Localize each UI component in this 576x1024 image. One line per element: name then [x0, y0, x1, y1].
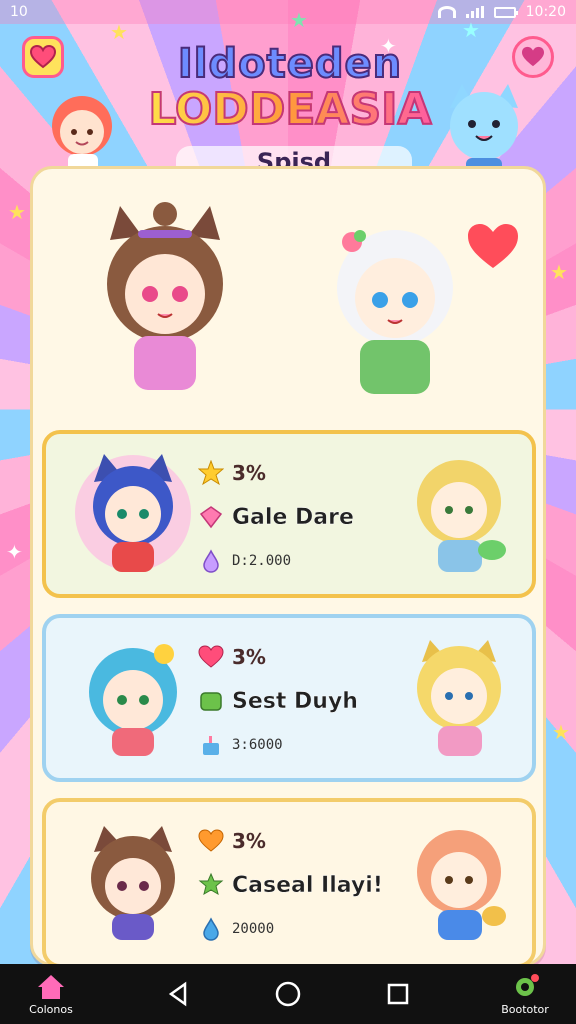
gear-icon — [516, 973, 539, 996]
character-card-3[interactable]: 3% Caseal Ilayi! 20000 — [42, 798, 536, 968]
stat-score-row: D:2.000 — [198, 548, 291, 574]
back-triangle-icon — [168, 981, 187, 1007]
home-circle-icon — [275, 981, 301, 1007]
wifi-icon — [437, 6, 456, 18]
nav-tab-label: Colonos — [29, 1002, 73, 1016]
heart-icon — [198, 829, 224, 852]
character-card-2[interactable]: 3% Sest Duyh 3:6000 — [42, 614, 536, 782]
nav-tab-label: Boototor — [501, 1002, 549, 1016]
gem-icon — [199, 506, 223, 529]
home-icon — [38, 974, 64, 999]
white-haired-character[interactable] — [320, 212, 470, 408]
heart-icon — [30, 45, 56, 69]
status-right: 10:20 — [437, 4, 566, 20]
stat-score-row: 3:6000 — [198, 732, 283, 758]
heart-badge-icon — [522, 46, 544, 67]
sparkle-icon: ★ — [462, 18, 480, 42]
character-score: D:2.000 — [232, 553, 292, 569]
sparkle-icon: ★ — [290, 8, 308, 32]
sparkle-icon: ★ — [550, 260, 568, 284]
back-button[interactable] — [158, 974, 198, 1014]
character-score: 3:6000 — [232, 737, 283, 753]
character-name: Gale Dare — [232, 504, 354, 530]
character-score: 20000 — [232, 921, 275, 937]
star-bag-icon — [198, 872, 224, 896]
sparkle-icon: ✦ — [6, 540, 23, 564]
cake-icon — [203, 736, 219, 755]
nav-tab-settings[interactable]: Boototor — [488, 973, 562, 1016]
stat-rating: 3% — [198, 644, 266, 670]
cat-girl-character[interactable] — [90, 196, 240, 406]
status-time: 10:20 — [525, 4, 566, 20]
character-name: Sest Duyh — [232, 688, 358, 714]
stat-rating: 3% — [198, 828, 266, 854]
title-line-1: Ildoteden — [177, 41, 403, 87]
recents-square-icon — [387, 983, 409, 1005]
orange-haired-avatar — [417, 830, 506, 940]
heart-icon — [468, 224, 518, 268]
stat-percent: 3% — [232, 645, 266, 669]
status-bar: 10 10:20 — [0, 0, 576, 24]
drop-icon — [203, 917, 219, 941]
stat-percent: 3% — [232, 461, 266, 485]
character-card-1[interactable]: 3% Gale Dare D:2.000 — [42, 430, 536, 598]
battery-icon — [493, 6, 518, 18]
brown-haired-cat-avatar — [91, 826, 175, 940]
bottom-nav: Colonos Boototor — [0, 964, 576, 1024]
stat-name-row: Gale Dare — [198, 504, 354, 530]
heart-icon — [198, 645, 224, 668]
blonde-cat-avatar — [417, 640, 501, 756]
sparkle-icon: ★ — [110, 20, 128, 44]
stat-score-row: 20000 — [198, 916, 274, 942]
status-left-text: 10 — [10, 4, 28, 20]
sparkle-icon: ★ — [8, 200, 26, 224]
home-button[interactable] — [268, 974, 308, 1014]
signal-icon — [465, 6, 484, 18]
potion-icon — [203, 549, 219, 573]
recents-button[interactable] — [378, 974, 418, 1014]
profile-button[interactable] — [512, 36, 554, 78]
box-icon — [200, 692, 222, 711]
sparkle-icon: ★ — [552, 720, 570, 744]
stat-rating: 3% — [198, 460, 266, 486]
favorites-button[interactable] — [22, 36, 64, 78]
game-title: Ildoteden LODDEASIA — [140, 41, 440, 135]
stat-name-row: Caseal Ilayi! — [198, 872, 383, 898]
teal-haired-avatar — [89, 644, 177, 756]
blue-haired-cat-avatar — [75, 454, 191, 572]
title-line-2: LODDEASIA — [140, 85, 440, 135]
nav-tab-home[interactable]: Colonos — [14, 973, 88, 1016]
star-icon — [198, 460, 224, 486]
stat-name-row: Sest Duyh — [198, 688, 358, 714]
character-name: Caseal Ilayi! — [232, 872, 383, 898]
blonde-girl-avatar — [417, 460, 506, 572]
stat-percent: 3% — [232, 829, 266, 853]
